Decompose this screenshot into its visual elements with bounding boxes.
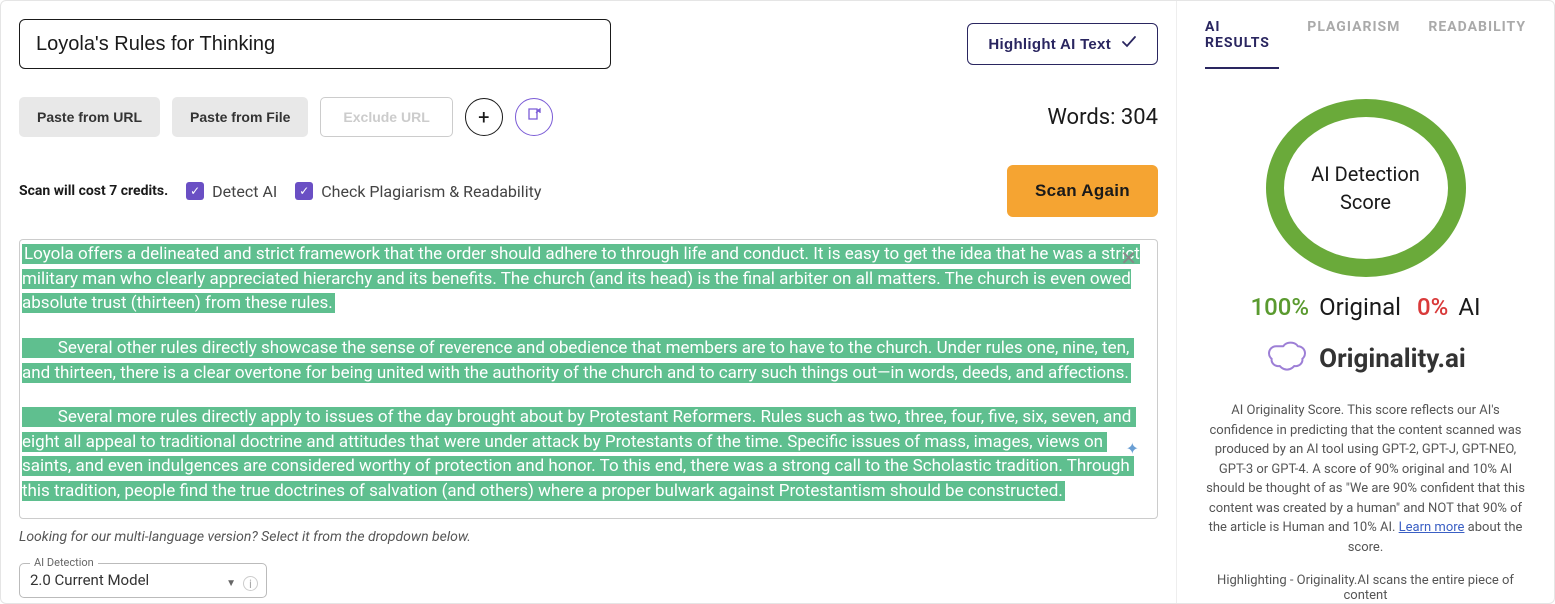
score-description: AI Originality Score. This score reflect… (1205, 401, 1526, 557)
add-button[interactable]: + (465, 98, 503, 136)
ai-detection-score-gauge: AI Detection Score (1266, 99, 1466, 277)
tab-readability[interactable]: READABILITY (1428, 19, 1526, 69)
exclude-url-button[interactable]: Exclude URL (320, 97, 452, 137)
brand-logo: Originality.ai (1265, 339, 1466, 379)
word-count: Words: 304 (1047, 105, 1158, 130)
learn-more-link[interactable]: Learn more (1399, 520, 1465, 535)
checkbox-checked-icon: ✓ (295, 182, 313, 200)
export-icon (525, 105, 543, 129)
tab-plagiarism[interactable]: PLAGIARISM (1307, 19, 1400, 69)
detect-ai-checkbox[interactable]: ✓ Detect AI (186, 182, 277, 201)
content-editor[interactable]: ✕ ✦ Loyola offers a delineated and stric… (19, 239, 1158, 519)
check-icon (1121, 34, 1137, 54)
model-select-value: 2.0 Current Model (30, 571, 149, 589)
info-icon[interactable]: i (243, 576, 258, 591)
model-select-label: AI Detection (30, 556, 98, 569)
export-button[interactable] (515, 98, 553, 136)
highlighted-text: Loyola offers a delineated and strict fr… (22, 244, 1140, 313)
title-input[interactable] (19, 19, 611, 69)
paste-from-file-button[interactable]: Paste from File (172, 97, 308, 137)
checkbox-checked-icon: ✓ (186, 182, 204, 200)
multilang-hint: Looking for our multi-language version? … (19, 529, 1158, 545)
paste-from-url-button[interactable]: Paste from URL (19, 97, 160, 137)
plus-icon: + (478, 105, 489, 129)
highlighting-description: Highlighting - Originality.AI scans the … (1205, 573, 1526, 603)
scan-again-button[interactable]: Scan Again (1007, 165, 1158, 217)
highlight-ai-text-button[interactable]: Highlight AI Text (967, 23, 1158, 65)
expand-icon[interactable]: ✦ (1126, 439, 1139, 458)
gauge-label: AI Detection Score (1284, 160, 1448, 216)
close-icon[interactable]: ✕ (1120, 246, 1137, 270)
brain-icon (1265, 339, 1309, 379)
highlight-ai-text-label: Highlight AI Text (988, 36, 1111, 53)
score-line: 100% Original 0% AI (1250, 293, 1480, 321)
highlighted-text: Several more rules directly apply to iss… (22, 407, 1136, 501)
highlighted-text: Several other rules directly showcase th… (22, 338, 1134, 383)
ai-detection-model-select[interactable]: AI Detection 2.0 Current Model ▼ i (19, 563, 267, 598)
credits-cost: Scan will cost 7 credits. (19, 183, 168, 199)
tab-ai-results[interactable]: AI RESULTS (1205, 19, 1279, 69)
chevron-down-icon: ▼ (226, 578, 236, 589)
check-plagiarism-checkbox[interactable]: ✓ Check Plagiarism & Readability (295, 182, 541, 201)
